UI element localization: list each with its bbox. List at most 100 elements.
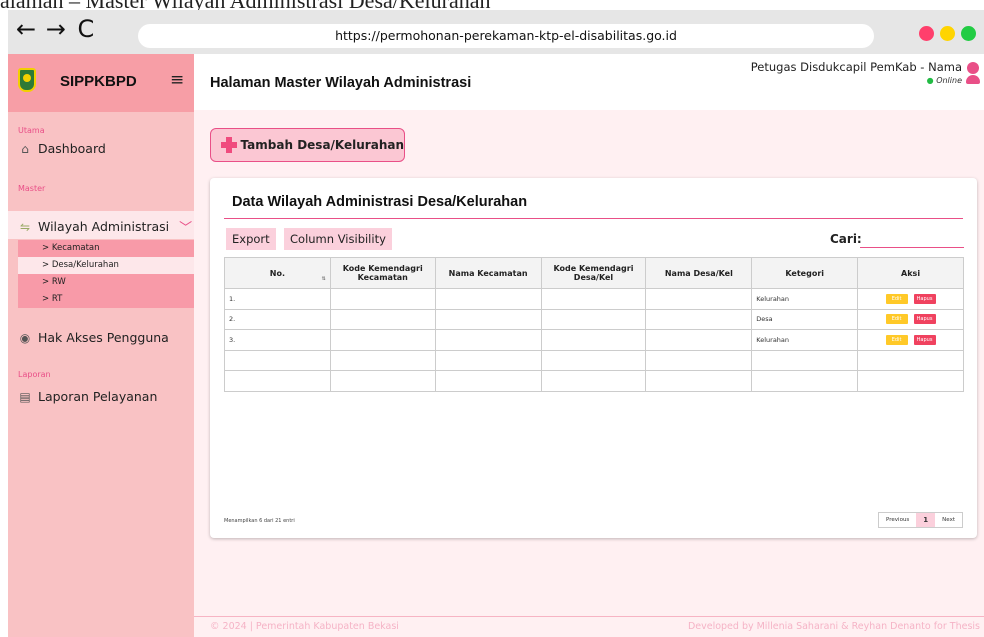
sidebar-sub-rt[interactable]: > RT — [18, 291, 194, 308]
main-content: Tambah Desa/Kelurahan Data Wilayah Admin… — [194, 110, 984, 637]
sidebar-item-laporan[interactable]: ▤ Laporan Pelayanan — [18, 389, 157, 404]
card-title: Data Wilayah Administrasi Desa/Kelurahan — [232, 194, 528, 210]
data-card: Data Wilayah Administrasi Desa/Kelurahan… — [210, 178, 977, 538]
table-row-empty — [224, 370, 964, 392]
sidebar-sub-kecamatan[interactable]: > Kecamatan — [18, 240, 194, 257]
reload-icon[interactable]: C — [78, 15, 96, 43]
forward-arrow-icon[interactable]: → — [46, 15, 67, 43]
pagination: Previous 1 Next — [878, 512, 963, 528]
main-header: Halaman Master Wilayah Administrasi Petu… — [194, 54, 984, 110]
back-arrow-icon[interactable]: ← — [16, 15, 37, 43]
avatar-icon[interactable] — [966, 62, 980, 88]
cell-kategori: Kelurahan — [751, 329, 859, 351]
footer: © 2024 | Pemerintah Kabupaten Bekasi Dev… — [194, 616, 984, 637]
sidebar-sub-desa-kelurahan[interactable]: > Desa/Kelurahan — [18, 257, 194, 274]
pagination-previous[interactable]: Previous — [879, 513, 916, 527]
cell-aksi: Edit Hapus — [857, 308, 964, 331]
minimize-dot-icon[interactable] — [940, 26, 955, 41]
cell-empty — [434, 329, 542, 351]
column-header-kategori[interactable]: Ketegori — [751, 257, 859, 289]
home-icon: ⌂ — [21, 141, 29, 156]
user-circle-icon: ◉ — [19, 330, 31, 345]
table-header-row: No. ⇅ Kode Kemendagri Kecamatan Nama Keca… — [224, 257, 964, 289]
add-button-label: Tambah Desa/Kelurahan — [240, 138, 404, 152]
sidebar-item-wilayah-content: ⇋ Wilayah Administrasi ﹀ — [18, 217, 192, 236]
cell-empty — [645, 329, 753, 351]
pagination-next[interactable]: Next — [935, 513, 962, 527]
table-row: 3. Kelurahan Edit Hapus — [224, 329, 964, 351]
table-info: Menampilkan 6 dari 21 entri — [224, 518, 295, 524]
cell-empty — [434, 308, 542, 331]
search-input[interactable] — [860, 233, 964, 248]
column-header-nama-kecamatan[interactable]: Nama Kecamatan — [434, 257, 542, 289]
column-header-kode-kecamatan[interactable]: Kode Kemendagri Kecamatan — [329, 257, 436, 289]
user-name: Petugas Disdukcapil PemKab - Nama — [750, 60, 962, 74]
browser-window: ← → C https://permohonan-perekaman-ktp-e… — [8, 10, 984, 637]
sidebar-item-dashboard[interactable]: ⌂ Dashboard — [18, 141, 106, 156]
cell-no: 3. — [224, 329, 331, 351]
cell-no: 1. — [224, 288, 331, 310]
export-button[interactable]: Export — [226, 228, 276, 250]
page-title: Halaman Master Wilayah Administrasi — [210, 75, 472, 91]
pagination-page[interactable]: 1 — [916, 513, 936, 527]
document-icon: ▤ — [19, 389, 31, 404]
cell-empty — [329, 329, 436, 351]
cell-empty — [540, 288, 647, 310]
card-divider — [224, 218, 963, 219]
cell-kategori: Kelurahan — [751, 288, 859, 310]
data-table: No. ⇅ Kode Kemendagri Kecamatan Nama Keca… — [224, 257, 964, 392]
column-header-nama-desa[interactable]: Nama Desa/Kel — [645, 257, 753, 289]
column-header-kode-desa[interactable]: Kode Kemendagri Desa/Kel — [540, 257, 647, 289]
delete-button[interactable]: Hapus — [913, 334, 936, 345]
brand-name: SIPPKBPD — [60, 73, 137, 90]
column-header-no[interactable]: No. ⇅ — [224, 257, 331, 289]
cell-empty — [434, 288, 542, 310]
edit-button[interactable]: Edit — [885, 314, 908, 325]
add-desa-kelurahan-button[interactable]: Tambah Desa/Kelurahan — [210, 128, 405, 162]
sidebar-item-label: Wilayah Administrasi — [38, 219, 170, 234]
table-row: 1. Kelurahan Edit Hapus — [224, 288, 964, 310]
cell-aksi: Edit Hapus — [857, 329, 964, 351]
browser-nav: ← → C — [16, 15, 95, 43]
section-label-laporan: Laporan — [18, 370, 51, 379]
bekasi-logo-icon — [18, 68, 36, 92]
sidebar: SIPPKBPD ≡ Utama ⌂ Dashboard Master ⇋ Wi… — [8, 54, 194, 637]
column-visibility-button[interactable]: Column Visibility — [284, 228, 392, 250]
address-bar[interactable]: https://permohonan-perekaman-ktp-el-disa… — [138, 24, 874, 48]
online-dot-icon: ● — [926, 76, 934, 85]
cell-no: 2. — [224, 308, 331, 331]
sidebar-item-wilayah[interactable]: ⇋ Wilayah Administrasi ﹀ — [8, 211, 194, 239]
delete-button[interactable]: Hapus — [913, 293, 936, 304]
user-info[interactable]: Petugas Disdukcapil PemKab - Nama ● Onli… — [751, 60, 962, 85]
user-status: ● Online — [751, 76, 962, 85]
sidebar-sub-rw[interactable]: > RW — [18, 274, 194, 291]
section-label-utama: Utama — [18, 126, 45, 135]
brand-bar: SIPPKBPD ≡ — [8, 54, 194, 112]
user-status-label: Online — [936, 76, 962, 85]
delete-button[interactable]: Hapus — [913, 314, 936, 325]
hamburger-menu-icon[interactable]: ≡ — [170, 70, 184, 90]
column-header-aksi: Aksi — [857, 257, 964, 289]
edit-button[interactable]: Edit — [885, 293, 908, 304]
cell-empty — [645, 288, 753, 310]
browser-toolbar: ← → C https://permohonan-perekaman-ktp-e… — [8, 10, 984, 54]
sort-icon[interactable]: ⇅ — [322, 276, 326, 282]
chevron-down-icon: ﹀ — [179, 221, 193, 236]
cell-empty — [329, 308, 436, 331]
cell-empty — [540, 329, 647, 351]
sidebar-item-label: Hak Akses Pengguna — [38, 330, 169, 345]
cell-empty — [329, 288, 436, 310]
footer-credit: Developed by Millenia Saharani & Reyhan … — [687, 621, 980, 632]
sidebar-item-label: Dashboard — [38, 141, 106, 156]
handshake-icon: ⇋ — [19, 219, 31, 234]
search-label: Cari: — [830, 232, 862, 246]
sidebar-item-hak-akses[interactable]: ◉ Hak Akses Pengguna — [18, 330, 169, 345]
sidebar-item-label: Laporan Pelayanan — [38, 389, 158, 404]
close-dot-icon[interactable] — [919, 26, 934, 41]
cell-empty — [645, 308, 753, 331]
cell-aksi: Edit Hapus — [857, 288, 964, 310]
cell-empty — [540, 308, 647, 331]
edit-button[interactable]: Edit — [885, 334, 908, 345]
maximize-dot-icon[interactable] — [961, 26, 976, 41]
table-row: 2. Desa Edit Hapus — [224, 308, 964, 331]
